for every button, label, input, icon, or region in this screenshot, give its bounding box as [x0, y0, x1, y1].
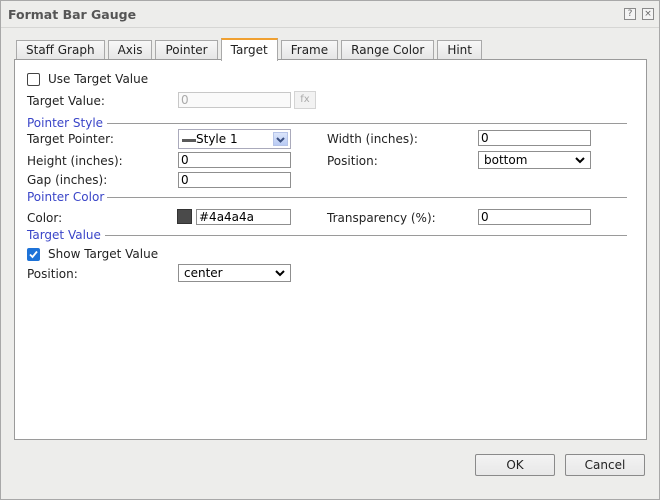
- color-hex-input[interactable]: [196, 209, 291, 225]
- tab-frame[interactable]: Frame: [280, 40, 339, 61]
- fx-button[interactable]: fx: [294, 91, 316, 109]
- cancel-button[interactable]: Cancel: [565, 454, 645, 476]
- close-icon: ×: [644, 9, 652, 19]
- tab-axis[interactable]: Axis: [107, 40, 153, 61]
- width-input[interactable]: [478, 130, 591, 146]
- target-pointer-label: Target Pointer:: [27, 132, 114, 146]
- gap-input[interactable]: [178, 172, 291, 188]
- section-divider: [107, 123, 627, 124]
- close-button[interactable]: ×: [642, 8, 654, 20]
- section-divider: [105, 235, 627, 236]
- gap-label: Gap (inches):: [27, 173, 108, 187]
- target-value-section: Target Value: [27, 228, 627, 242]
- dropdown-button[interactable]: [273, 132, 288, 146]
- pointer-color-header: Pointer Color: [27, 190, 105, 204]
- ok-button[interactable]: OK: [475, 454, 555, 476]
- use-target-value-label: Use Target Value: [48, 72, 149, 86]
- section-divider: [107, 197, 627, 198]
- transparency-input[interactable]: [478, 209, 591, 225]
- target-value-position-select[interactable]: center: [178, 264, 291, 282]
- pointer-position-value: bottom: [484, 153, 528, 167]
- color-label: Color:: [27, 211, 63, 225]
- line-style-swatch: [182, 139, 196, 142]
- title-bar[interactable]: Format Bar Gauge ? ×: [1, 1, 659, 28]
- chevron-down-icon: [276, 137, 285, 143]
- height-label: Height (inches):: [27, 154, 123, 168]
- show-target-value-label: Show Target Value: [48, 247, 159, 261]
- target-tab-panel: Use Target Value Target Value: fx Pointe…: [14, 59, 647, 440]
- help-icon: ?: [627, 9, 633, 19]
- height-input[interactable]: [178, 152, 291, 168]
- show-target-value-checkbox[interactable]: [27, 248, 40, 261]
- tab-staff-graph[interactable]: Staff Graph: [16, 40, 105, 61]
- color-swatch-button[interactable]: [177, 209, 192, 224]
- position-label: Position:: [327, 154, 378, 168]
- target-pointer-value: Style 1: [196, 132, 238, 146]
- target-value-header: Target Value: [27, 228, 101, 242]
- fx-icon: fx: [300, 94, 310, 105]
- chevron-down-icon: [275, 270, 285, 277]
- target-value-position-label: Position:: [27, 267, 78, 281]
- target-value-label: Target Value:: [27, 94, 105, 108]
- pointer-style-header: Pointer Style: [27, 116, 104, 130]
- use-target-value-checkbox[interactable]: [27, 73, 40, 86]
- format-bar-gauge-dialog: Format Bar Gauge ? × Staff Graph Axis Po…: [0, 0, 660, 500]
- width-label: Width (inches):: [327, 132, 418, 146]
- chevron-down-icon: [575, 157, 585, 164]
- dialog-title: Format Bar Gauge: [8, 7, 137, 22]
- pointer-color-section: Pointer Color: [27, 190, 627, 204]
- pointer-position-select[interactable]: bottom: [478, 151, 591, 169]
- target-pointer-select[interactable]: Style 1: [178, 129, 291, 149]
- tab-pointer[interactable]: Pointer: [155, 40, 218, 61]
- target-value-input[interactable]: [178, 92, 291, 108]
- transparency-label: Transparency (%):: [327, 211, 436, 225]
- tab-bar: Staff Graph Axis Pointer Target Frame Ra…: [16, 38, 485, 61]
- tab-range-color[interactable]: Range Color: [341, 40, 435, 61]
- tab-target[interactable]: Target: [220, 38, 278, 61]
- pointer-style-section: Pointer Style: [27, 116, 627, 130]
- target-value-position-value: center: [184, 266, 223, 280]
- help-button[interactable]: ?: [624, 8, 636, 20]
- checkmark-icon: [29, 250, 38, 259]
- tab-hint[interactable]: Hint: [437, 40, 482, 61]
